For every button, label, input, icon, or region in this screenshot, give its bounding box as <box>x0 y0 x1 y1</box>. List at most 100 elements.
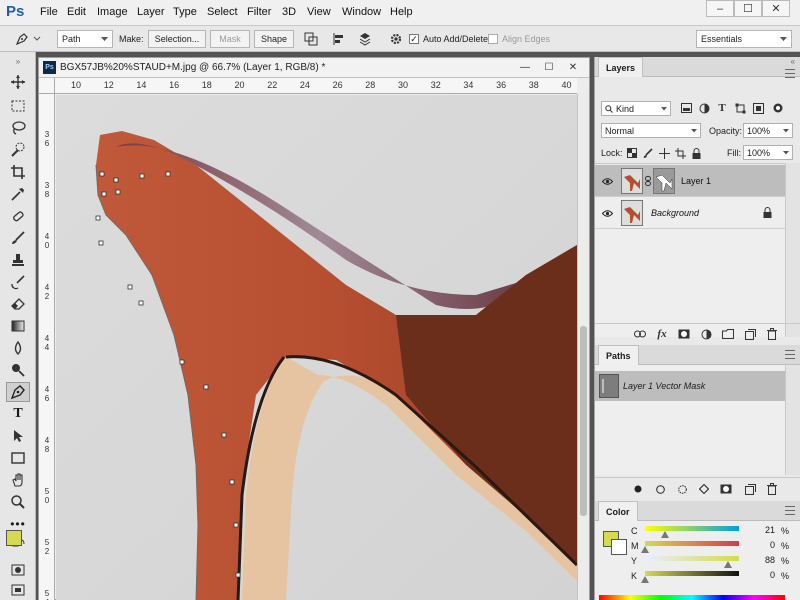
doc-close-icon[interactable]: ✕ <box>561 59 585 75</box>
filter-smart-object-icon[interactable] <box>751 101 765 115</box>
document-tab[interactable]: Ps BGX57JB%20%STAUD+M.jpg @ 66.7% (Layer… <box>39 58 589 78</box>
menu-filter[interactable]: Filter <box>247 6 271 18</box>
menu-layer[interactable]: Layer <box>137 6 165 18</box>
menu-type[interactable]: Type <box>173 6 197 18</box>
color-spectrum-bar[interactable] <box>599 595 785 600</box>
channel-value[interactable]: 88 <box>745 555 777 567</box>
fill-path-icon[interactable] <box>631 482 645 496</box>
path-selection-tool-icon[interactable] <box>6 426 30 446</box>
doc-maximize-icon[interactable]: ☐ <box>537 59 561 75</box>
crop-tool-icon[interactable] <box>6 162 30 182</box>
menu-3d[interactable]: 3D <box>282 6 296 18</box>
gear-icon[interactable] <box>388 31 404 47</box>
panel-menu-icon[interactable] <box>785 69 795 78</box>
panel-menu-icon[interactable] <box>785 350 795 359</box>
pen-tool-icon[interactable] <box>14 31 30 47</box>
tab-color[interactable]: Color <box>598 501 638 521</box>
trash-icon[interactable] <box>765 327 779 341</box>
new-path-icon[interactable] <box>743 482 757 496</box>
image-canvas[interactable] <box>56 95 577 600</box>
layers-scrollbar[interactable] <box>785 163 800 337</box>
eraser-tool-icon[interactable] <box>6 294 30 314</box>
horizontal-ruler[interactable]: 10 12 14 16 18 20 22 24 26 28 30 32 34 36 38 40 <box>55 78 577 94</box>
blend-mode-select[interactable]: Normal <box>601 123 701 138</box>
align-edges-checkbox[interactable]: Align Edges <box>488 30 550 48</box>
type-tool-icon[interactable]: T <box>6 404 30 424</box>
chevron-down-icon[interactable] <box>32 31 42 47</box>
make-selection-button[interactable]: Selection... <box>148 30 206 48</box>
background-color-swatch[interactable] <box>611 539 627 555</box>
menu-edit[interactable]: Edit <box>67 6 86 18</box>
channel-value[interactable]: 21 <box>745 525 777 537</box>
panel-menu-icon[interactable] <box>785 506 795 515</box>
path-alignment-icon[interactable] <box>331 31 347 47</box>
menu-file[interactable]: File <box>40 6 58 18</box>
menu-view[interactable]: View <box>307 6 331 18</box>
visibility-eye-icon[interactable] <box>601 175 613 187</box>
channel-slider-knob[interactable] <box>641 546 649 553</box>
lock-position-icon[interactable] <box>657 146 671 160</box>
path-arrangement-icon[interactable] <box>357 31 373 47</box>
paths-scrollbar[interactable] <box>785 365 800 475</box>
channel-slider-knob[interactable] <box>641 576 649 583</box>
lock-transparent-icon[interactable] <box>625 146 639 160</box>
pen-mode-select[interactable]: Path <box>57 30 113 48</box>
auto-add-delete-checkbox[interactable]: ✓ Auto Add/Delete <box>409 30 488 48</box>
channel-slider-knob[interactable] <box>660 531 669 538</box>
close-window-button[interactable]: ✕ <box>762 0 790 17</box>
filter-adjustment-icon[interactable] <box>697 101 711 115</box>
channel-value[interactable]: 0 <box>745 570 777 582</box>
channel-slider-track[interactable] <box>645 541 739 546</box>
scroll-thumb[interactable] <box>580 326 587 516</box>
menu-select[interactable]: Select <box>207 6 238 18</box>
zoom-tool-icon[interactable] <box>6 492 30 512</box>
opacity-input[interactable]: 100% <box>743 123 793 138</box>
layer-row-layer-1[interactable]: Layer 1 <box>595 165 785 197</box>
eyedropper-tool-icon[interactable] <box>6 184 30 204</box>
path-row[interactable]: Layer 1 Vector Mask <box>595 371 785 401</box>
lasso-tool-icon[interactable] <box>6 118 30 138</box>
trash-icon[interactable] <box>765 482 779 496</box>
brush-tool-icon[interactable] <box>6 228 30 248</box>
tab-layers[interactable]: Layers <box>598 57 644 77</box>
quick-mask-icon[interactable] <box>6 560 30 580</box>
workspace-select[interactable]: Essentials <box>696 30 792 48</box>
screen-mode-icon[interactable] <box>6 580 30 600</box>
panel-collapse-icon[interactable]: « <box>791 57 795 66</box>
layer-filter-select[interactable]: Kind <box>601 101 671 116</box>
blur-tool-icon[interactable] <box>6 338 30 358</box>
move-tool-icon[interactable] <box>6 72 30 92</box>
minimize-button[interactable]: – <box>706 0 734 17</box>
channel-value[interactable]: 0 <box>745 540 777 552</box>
filter-toggle-icon[interactable] <box>771 101 785 115</box>
filter-shape-icon[interactable] <box>733 101 747 115</box>
channel-slider-knob[interactable] <box>723 561 732 568</box>
layer-row-background[interactable]: Background <box>595 197 785 229</box>
menu-window[interactable]: Window <box>342 6 381 18</box>
foreground-color-swatch[interactable] <box>6 530 22 546</box>
gradient-tool-icon[interactable] <box>6 316 30 336</box>
vector-mask-thumbnail[interactable] <box>653 168 675 194</box>
stroke-path-icon[interactable] <box>653 482 667 496</box>
visibility-eye-icon[interactable] <box>601 207 613 219</box>
path-operations-icon[interactable] <box>303 31 319 47</box>
filter-pixel-icon[interactable] <box>679 101 693 115</box>
add-mask-icon[interactable] <box>719 482 733 496</box>
vertical-ruler[interactable]: 3 6 3 8 4 0 4 2 4 4 4 6 4 8 5 0 5 2 5 4 <box>39 94 55 600</box>
history-brush-tool-icon[interactable] <box>6 272 30 292</box>
lock-pixels-icon[interactable] <box>641 146 655 160</box>
tab-paths[interactable]: Paths <box>598 345 639 365</box>
channel-slider-track[interactable] <box>645 526 739 531</box>
make-shape-button[interactable]: Shape <box>254 30 294 48</box>
add-mask-icon[interactable] <box>677 327 691 341</box>
marquee-tool-icon[interactable] <box>6 96 30 116</box>
load-selection-icon[interactable] <box>675 482 689 496</box>
menu-help[interactable]: Help <box>390 6 413 18</box>
fill-input[interactable]: 100% <box>743 145 793 160</box>
maximize-button[interactable]: ☐ <box>734 0 762 17</box>
new-group-icon[interactable] <box>721 327 735 341</box>
pen-tool-icon[interactable] <box>6 382 30 402</box>
layer-style-fx-icon[interactable]: fx <box>655 327 669 341</box>
hand-tool-icon[interactable] <box>6 470 30 490</box>
lock-all-icon[interactable] <box>689 146 703 160</box>
